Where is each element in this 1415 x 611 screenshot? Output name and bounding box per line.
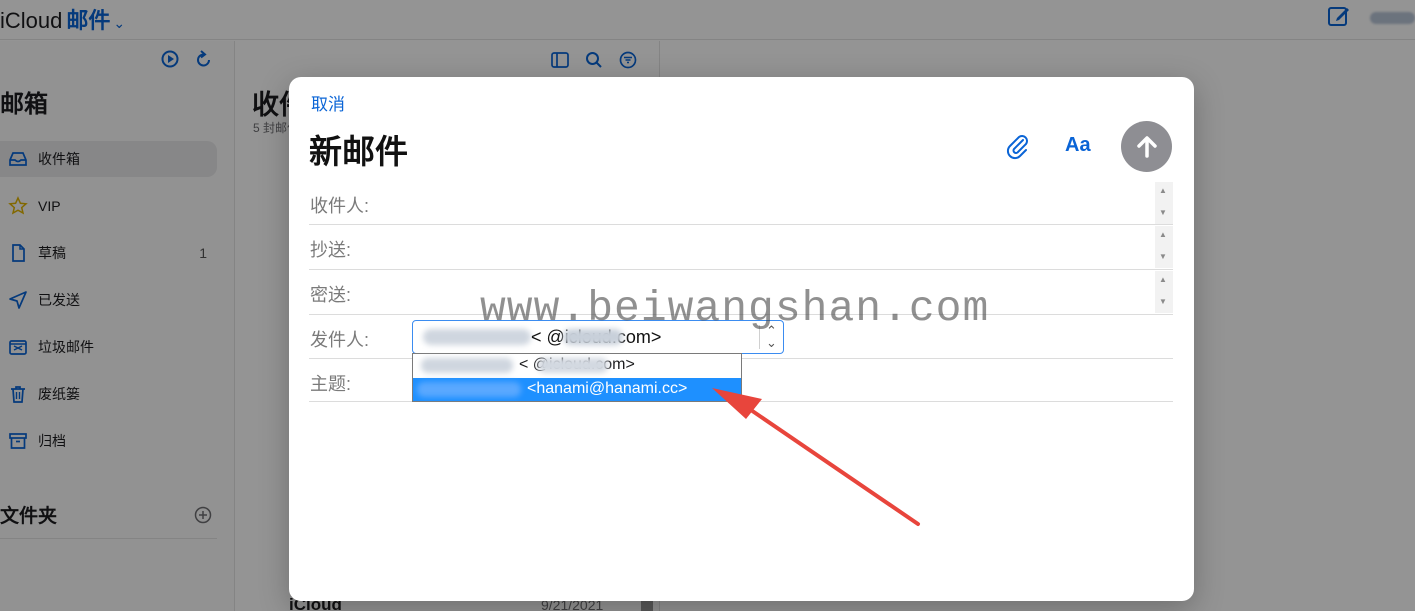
cancel-button[interactable]: 取消 bbox=[311, 90, 345, 115]
to-label: 收件人: bbox=[310, 196, 370, 216]
compose-title: 新邮件 bbox=[309, 133, 408, 170]
from-dropdown: < @icloud.com> <hanami@hanami.cc> bbox=[412, 353, 742, 402]
redacted-name bbox=[421, 358, 513, 373]
cc-scroll-arrows[interactable]: ▲ ▼ bbox=[1155, 226, 1173, 268]
send-button[interactable] bbox=[1121, 121, 1172, 172]
from-option[interactable]: < @icloud.com> bbox=[413, 354, 741, 377]
redacted-name bbox=[417, 382, 521, 397]
to-field[interactable]: 收件人: ▲ ▼ bbox=[309, 181, 1173, 225]
from-label: 发件人: bbox=[310, 330, 370, 350]
redacted-address bbox=[538, 358, 608, 373]
compose-sheet: 取消 新邮件 Aa 收件人: ▲ ▼ 抄送: ▲ ▼ 密送: ▲ ▼ 发件人: 主题:… bbox=[289, 77, 1194, 601]
bcc-label: 密送: bbox=[310, 285, 352, 305]
from-option-highlighted[interactable]: <hanami@hanami.cc> bbox=[413, 378, 741, 401]
cc-field[interactable]: 抄送: ▲ ▼ bbox=[309, 225, 1173, 270]
bcc-scroll-arrows[interactable]: ▲ ▼ bbox=[1155, 271, 1173, 313]
paperclip-icon[interactable] bbox=[1004, 132, 1032, 160]
watermark: www.beiwangshan.com bbox=[480, 284, 990, 333]
format-button[interactable]: Aa bbox=[1065, 134, 1091, 157]
cc-label: 抄送: bbox=[310, 240, 352, 260]
subject-label: 主题: bbox=[310, 374, 352, 394]
from-option-text: <hanami@hanami.cc> bbox=[527, 380, 688, 397]
to-scroll-arrows[interactable]: ▲ ▼ bbox=[1155, 182, 1173, 224]
arrow-up-icon bbox=[1136, 135, 1157, 158]
